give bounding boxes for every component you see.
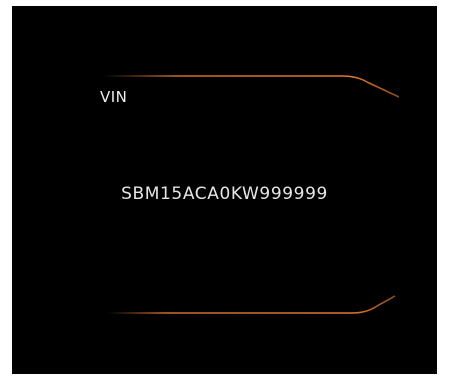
bottom-accent-line: [107, 295, 396, 314]
vin-label: VIN: [100, 88, 128, 106]
top-accent-line: [102, 75, 400, 98]
vin-value: SBM15ACA0KW999999: [121, 184, 328, 204]
vin-display-screen: VIN SBM15ACA0KW999999: [12, 6, 437, 374]
